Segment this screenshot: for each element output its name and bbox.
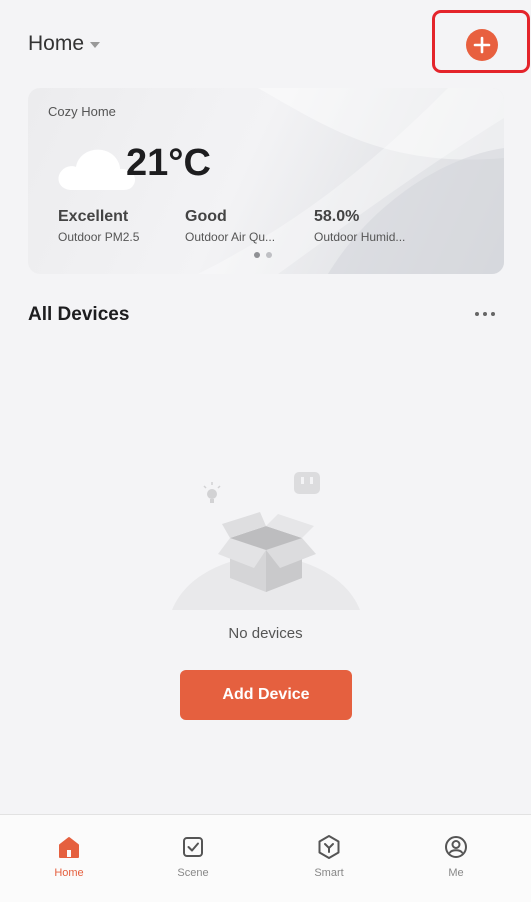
home-icon (59, 837, 79, 858)
scene-checkbox-icon (183, 837, 203, 857)
add-button[interactable] (466, 29, 498, 61)
weather-card[interactable]: Cozy Home 21°C Excellent Outdoor PM2.5 G… (28, 88, 504, 274)
tab-label: Scene (177, 867, 209, 879)
add-device-button[interactable]: Add Device (180, 670, 352, 720)
plus-icon (473, 36, 491, 54)
no-devices-text: No devices (228, 625, 303, 642)
empty-box-illustration (172, 472, 360, 610)
header: Home (0, 0, 531, 90)
tab-label: Me (448, 867, 464, 879)
more-options-button[interactable] (470, 304, 500, 324)
more-dot-icon (491, 312, 495, 316)
caret-down-icon (90, 42, 101, 48)
tab-me[interactable]: Me (416, 833, 496, 879)
all-devices-title: All Devices (28, 304, 130, 325)
metric-pm25: Excellent Outdoor PM2.5 (58, 208, 139, 244)
metric-label: Outdoor Humid... (314, 230, 406, 244)
bulb-icon (207, 489, 217, 499)
home-title: Home (28, 32, 85, 55)
tab-smart[interactable]: Smart (289, 833, 369, 879)
more-dot-icon (483, 312, 487, 316)
tab-bar: Home Scene Smart Me (0, 814, 531, 902)
page-indicator (254, 252, 272, 258)
metric-label: Outdoor PM2.5 (58, 230, 140, 244)
metric-value: Good (185, 208, 227, 225)
profile-icon (445, 836, 467, 858)
app-screen: Home Cozy Home 21°C Excellent Outdoor PM… (0, 0, 531, 902)
metric-air-quality: Good Outdoor Air Qu... (185, 208, 275, 244)
tab-home[interactable]: Home (29, 833, 109, 879)
page-dot (266, 252, 272, 258)
socket-icon (294, 472, 320, 494)
home-selector[interactable]: Home (28, 32, 101, 56)
tab-scene[interactable]: Scene (153, 833, 233, 879)
metric-value: Excellent (58, 208, 129, 225)
tab-label: Smart (314, 867, 344, 879)
more-dot-icon (475, 312, 479, 316)
home-name: Cozy Home (48, 104, 116, 119)
metric-humidity: 58.0% Outdoor Humid... (314, 208, 405, 244)
tab-label: Home (54, 867, 84, 879)
metric-value: 58.0% (314, 208, 360, 225)
temperature: 21°C (126, 142, 211, 184)
metric-label: Outdoor Air Qu... (185, 230, 276, 244)
page-dot-active (254, 252, 260, 258)
smart-hexagon-icon (318, 835, 340, 859)
